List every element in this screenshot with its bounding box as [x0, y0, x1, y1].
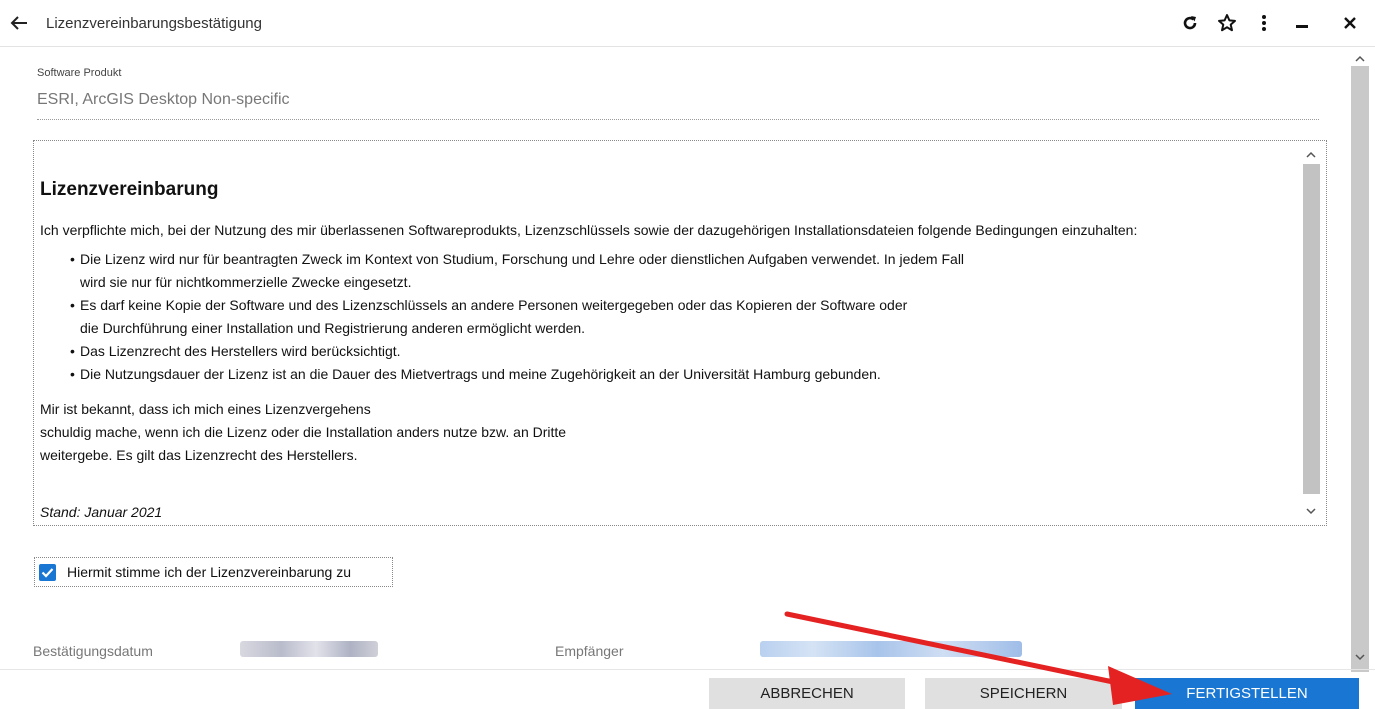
- paragraph-line: Mir ist bekannt, dass ich mich eines Liz…: [40, 401, 371, 417]
- license-conditions-list: • Die Lizenz wird nur für beantragten Zw…: [70, 248, 965, 386]
- bullet-icon: •: [70, 297, 75, 313]
- paragraph-line: schuldig mache, wenn ich die Lizenz oder…: [40, 424, 567, 440]
- check-icon: [41, 568, 54, 578]
- cancel-button[interactable]: ABBRECHEN: [709, 678, 905, 709]
- recipient-label: Empfänger: [555, 643, 624, 659]
- software-product-label: Software Produkt: [37, 67, 122, 79]
- list-item-text: Es darf keine Kopie der Software und des…: [80, 297, 908, 313]
- agreement-label[interactable]: Hiermit stimme ich der Lizenzvereinbarun…: [67, 564, 351, 580]
- save-button[interactable]: SPEICHERN: [925, 678, 1122, 709]
- scrollbar-thumb[interactable]: [1303, 164, 1320, 494]
- back-arrow-icon[interactable]: [8, 12, 30, 34]
- page-scrollbar-thumb[interactable]: [1351, 66, 1369, 672]
- confirmation-date-value-redacted: [240, 641, 378, 657]
- license-paragraph: Mir ist bekannt, dass ich mich eines Liz…: [40, 398, 566, 467]
- page-scroll-down-icon[interactable]: [1354, 650, 1366, 668]
- more-vert-icon[interactable]: [1252, 11, 1276, 35]
- agreement-checkbox-row[interactable]: Hiermit stimme ich der Lizenzvereinbarun…: [34, 557, 393, 587]
- minimize-icon[interactable]: [1290, 11, 1314, 35]
- list-item: • Die Nutzungsdauer der Lizenz ist an di…: [70, 363, 964, 386]
- agreement-checkbox[interactable]: [39, 564, 56, 581]
- license-scrollbar[interactable]: [1302, 144, 1320, 520]
- scroll-down-icon[interactable]: [1305, 504, 1317, 516]
- bullet-icon: •: [70, 343, 75, 359]
- field-underline: [37, 119, 1319, 120]
- confirmation-date-label: Bestätigungsdatum: [33, 643, 153, 659]
- star-icon[interactable]: [1215, 11, 1239, 35]
- license-intro: Ich verpflichte mich, bei der Nutzung de…: [40, 222, 1138, 238]
- reload-icon[interactable]: [1178, 11, 1202, 35]
- close-icon[interactable]: [1338, 11, 1362, 35]
- page-scrollbar[interactable]: [1350, 48, 1370, 672]
- list-item-text: Die Nutzungsdauer der Lizenz ist an die …: [80, 366, 881, 382]
- list-item-text: wird sie nur für nichtkommerzielle Zweck…: [80, 274, 412, 290]
- recipient-value-redacted: [760, 641, 1022, 657]
- list-item: • Das Lizenzrecht des Herstellers wird b…: [70, 340, 964, 363]
- scroll-up-icon[interactable]: [1305, 148, 1317, 160]
- license-date-note: Stand: Januar 2021: [40, 504, 163, 520]
- list-item: • Es darf keine Kopie der Software und d…: [70, 294, 964, 340]
- license-text-box[interactable]: Lizenzvereinbarung Ich verpflichte mich,…: [33, 140, 1327, 526]
- bullet-icon: •: [70, 366, 75, 382]
- paragraph-line: weitergebe. Es gilt das Lizenzrecht des …: [40, 447, 358, 463]
- title-bar: Lizenzvereinbarungsbestätigung: [0, 0, 1375, 47]
- footer-divider: [0, 669, 1375, 670]
- list-item-text: die Durchführung einer Installation und …: [80, 320, 586, 336]
- license-title: Lizenzvereinbarung: [40, 179, 219, 200]
- software-product-value: ESRI, ArcGIS Desktop Non-specific: [37, 91, 290, 108]
- list-item-text: Die Lizenz wird nur für beantragten Zwec…: [80, 251, 965, 267]
- bullet-icon: •: [70, 251, 75, 267]
- page-title: Lizenzvereinbarungsbestätigung: [46, 15, 262, 32]
- finish-button[interactable]: FERTIGSTELLEN: [1135, 678, 1359, 709]
- list-item-text: Das Lizenzrecht des Herstellers wird ber…: [80, 343, 401, 359]
- list-item: • Die Lizenz wird nur für beantragten Zw…: [70, 248, 965, 294]
